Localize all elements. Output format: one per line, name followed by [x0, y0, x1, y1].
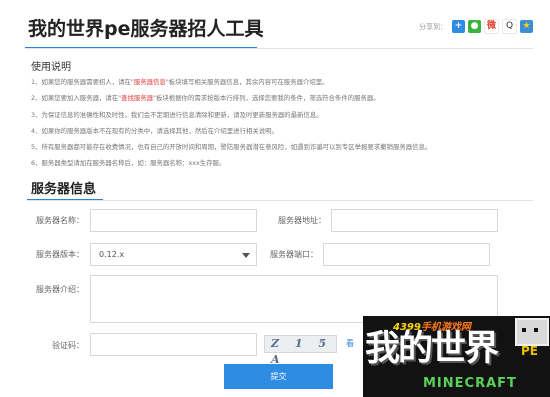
qq-icon[interactable]: Q: [502, 19, 517, 34]
creeper-face-icon: [515, 318, 549, 346]
ad-main-text: 我的世界: [365, 329, 499, 369]
usage-item: 3、为保证信息的准确性和及时性，我们会不定期进行信息清除和更新，请及时更新服务器…: [31, 110, 323, 119]
share-bar: 分享到： + ● 微 Q ★: [419, 19, 533, 34]
server-version-label: 服务器版本：: [36, 250, 84, 259]
usage-item: 1、如果您的服务器需要招人，请在"服务器信息"板块填写相关服务器信息，其余内容可…: [31, 78, 329, 86]
submit-button[interactable]: 提交: [224, 364, 333, 389]
server-info-heading: 服务器信息: [31, 182, 97, 197]
server-name-input[interactable]: [90, 209, 257, 232]
usage-item: 4、如果你的服务器版本不在现有的分类中，请选择其他，然后在介绍里进行相关说明。: [31, 126, 278, 135]
usage-item: 5、所有服务器都可能存在收费情况，也有自己的开放时间和周期，警防服务器潜在意风险…: [31, 143, 432, 152]
captcha-input[interactable]: [90, 333, 257, 356]
usage-title: 使用说明: [31, 62, 71, 73]
minecraft-ad-banner[interactable]: 4399手机游戏网 我的世界 PE MINECRAFT: [363, 316, 550, 397]
usage-item: 2、如果您要加入服务器，请在"查找服务器"板块根据你的需求按版本行排列，选择您要…: [31, 94, 380, 103]
ad-minecraft-text: MINECRAFT: [423, 376, 517, 391]
weibo-icon[interactable]: 微: [484, 19, 499, 34]
captcha-label: 验证码：: [52, 341, 84, 350]
server-port-label: 服务器端口：: [270, 250, 318, 259]
server-intro-label: 服务器介绍：: [36, 285, 84, 294]
server-name-label: 服务器名称：: [36, 216, 84, 225]
wechat-icon[interactable]: ●: [468, 20, 481, 33]
refresh-captcha-link[interactable]: 看: [346, 338, 354, 349]
header-divider: [25, 48, 533, 49]
captcha-image[interactable]: Z 1 5 A: [264, 335, 337, 366]
server-port-input[interactable]: [323, 243, 490, 266]
usage-item: 6、服务器类型请加在服务器名称后，如：服务器名称：xxx生存服。: [31, 159, 226, 168]
chevron-down-icon: [242, 253, 250, 258]
plus-share-icon[interactable]: +: [452, 20, 465, 33]
qzone-star-icon[interactable]: ★: [520, 20, 533, 33]
server-address-input[interactable]: [331, 209, 498, 232]
section-divider: [27, 200, 533, 201]
server-address-label: 服务器地址：: [278, 216, 326, 225]
page-title: 我的世界pe服务器招人工具: [28, 18, 264, 40]
ad-pe-text: PE: [521, 344, 538, 358]
server-version-select[interactable]: 0.12.x: [90, 243, 257, 266]
server-version-value: 0.12.x: [99, 250, 125, 259]
usage-list: 1、如果您的服务器需要招人，请在"服务器信息"板块填写相关服务器信息，其余内容可…: [31, 74, 541, 172]
share-label: 分享到：: [419, 22, 447, 31]
